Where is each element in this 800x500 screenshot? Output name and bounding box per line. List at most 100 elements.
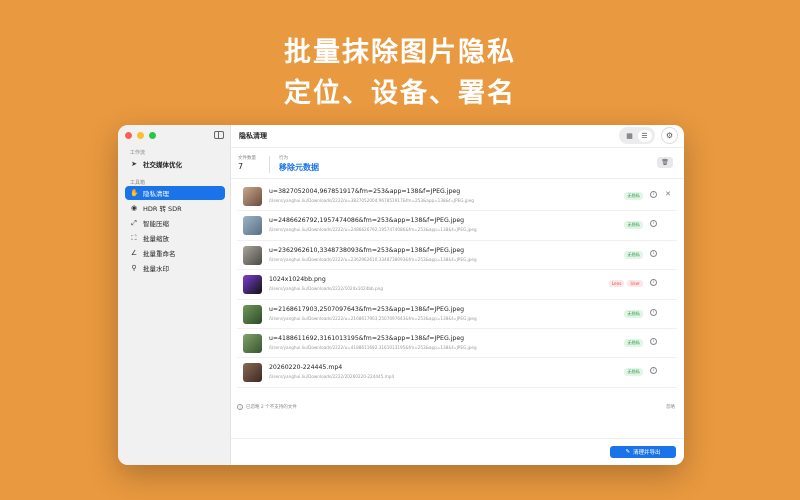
file-path: /Users/yanghui.liu/Downloads/2222/u=2362… bbox=[269, 256, 477, 262]
file-count-value: 7 bbox=[238, 162, 244, 171]
file-path: /Users/yanghui.liu/Downloads/2222/u=2168… bbox=[269, 315, 477, 321]
sidebar-item-batch-watermark[interactable]: ⚲ 批量水印 bbox=[125, 261, 225, 275]
sidebar: 工作流 ➤ 社交媒体优化 工具箱 ✋ 隐私清理 ◉ HDR 转 SDR ⤢ 智能… bbox=[118, 125, 231, 465]
file-path: /Users/yanghui.liu/Downloads/2222/202602… bbox=[269, 374, 395, 380]
badge-group: 无隐私 bbox=[624, 368, 643, 377]
trash-icon[interactable]: 🗑 bbox=[657, 157, 673, 168]
file-name: u=3827052004,967851917&fm=253&app=138&f=… bbox=[269, 188, 461, 195]
status-badge: 无隐私 bbox=[624, 250, 643, 259]
file-thumbnail bbox=[243, 304, 262, 324]
badge-group: 无隐私 bbox=[624, 192, 643, 200]
window-controls bbox=[125, 132, 156, 139]
page-title: 隐私清理 bbox=[239, 132, 267, 140]
file-path: /Users/yanghui.liu/Downloads/2222/u=2486… bbox=[269, 227, 477, 233]
file-count-label: 文件数量 bbox=[238, 156, 256, 161]
footer-note: i 已忽略 2 个不支持的文件 bbox=[237, 404, 297, 410]
file-path: /Users/yanghui.liu/Downloads/2222/u=3827… bbox=[269, 198, 474, 203]
info-icon[interactable]: i bbox=[650, 337, 657, 345]
view-mode-toggle[interactable]: ▦ ☰ bbox=[619, 127, 655, 144]
info-icon[interactable]: i bbox=[650, 367, 657, 375]
badge-group: 无隐私 bbox=[624, 338, 643, 347]
file-row[interactable]: u=2362962610,3348738093&fm=253&app=138&f… bbox=[237, 241, 677, 271]
info-icon[interactable]: i bbox=[650, 279, 657, 287]
sidebar-item-label: 批量缩放 bbox=[143, 235, 169, 243]
file-row[interactable]: u=3827052004,967851917&fm=253&app=138&f=… bbox=[237, 182, 677, 212]
close-window-button[interactable] bbox=[125, 132, 132, 139]
close-icon[interactable]: ✕ bbox=[665, 190, 671, 198]
workflow-section-title: 工作流 bbox=[130, 150, 146, 156]
action-stat: 行为 移除元数据 bbox=[279, 155, 319, 173]
sidebar-item-smart-compress[interactable]: ⤢ 智能压缩 bbox=[125, 216, 225, 230]
zoom-window-button[interactable] bbox=[149, 132, 156, 139]
ignored-files-note: 已忽略 2 个不支持的文件 bbox=[246, 405, 297, 410]
sidebar-item-label: 批量重命名 bbox=[143, 250, 176, 258]
file-row[interactable]: 20260220-224445.mp4/Users/yanghui.liu/Do… bbox=[237, 358, 677, 388]
sidebar-item-social-optimize[interactable]: ➤ 社交媒体优化 bbox=[125, 157, 225, 171]
badge-group: 无隐私 bbox=[624, 221, 643, 230]
sidebar-toggle-icon[interactable] bbox=[214, 131, 224, 139]
action-label: 行为 bbox=[279, 156, 288, 161]
file-name: u=4188611692,3161013195&fm=253&app=138&f… bbox=[269, 334, 465, 342]
file-thumbnail bbox=[243, 333, 262, 353]
file-row[interactable]: 1024x1024bb.png/Users/yanghui.liu/Downlo… bbox=[237, 270, 677, 300]
privacy-icon: ✋ bbox=[130, 189, 139, 197]
gear-icon[interactable]: ⚙ bbox=[661, 127, 678, 144]
resize-icon: ⛶ bbox=[131, 233, 137, 242]
list-view-icon[interactable]: ☰ bbox=[637, 129, 652, 142]
file-path: /Users/yanghui.liu/Downloads/2222/1024x1… bbox=[269, 286, 383, 292]
send-icon: ➤ bbox=[131, 160, 137, 168]
file-thumbnail bbox=[243, 245, 262, 265]
headline-line-2: 定位、设备、署名 bbox=[284, 78, 516, 109]
file-name: u=2486626792,1957474086&fm=253&app=138&f… bbox=[269, 217, 465, 225]
watermark-icon: ⚲ bbox=[131, 264, 137, 272]
file-row[interactable]: u=4188611692,3161013195&fm=253&app=138&f… bbox=[237, 329, 677, 359]
bottom-divider bbox=[231, 438, 684, 439]
info-icon[interactable]: i bbox=[650, 308, 657, 316]
sidebar-item-label: HDR 转 SDR bbox=[143, 205, 182, 213]
main-panel: 隐私清理 ▦ ☰ ⚙ 文件数量 7 行为 移除元数据 🗑 u=382705200… bbox=[231, 125, 684, 465]
status-badge: 无隐私 bbox=[624, 221, 643, 230]
sidebar-item-label: 智能压缩 bbox=[143, 220, 169, 228]
info-icon: i bbox=[237, 404, 243, 410]
info-icon[interactable]: i bbox=[650, 191, 657, 198]
badge-group: 无隐私 bbox=[624, 250, 643, 259]
clean-export-button[interactable]: ✎ 清理并导出 bbox=[610, 446, 676, 458]
rename-icon: ∠ bbox=[130, 249, 138, 257]
file-name: u=2362962610,3348738093&fm=253&app=138&f… bbox=[269, 246, 465, 254]
file-row[interactable]: u=2168617903,2507097643&fm=253&app=138&f… bbox=[237, 300, 677, 329]
file-thumbnail bbox=[243, 275, 262, 295]
headline-line-1: 批量抹除图片隐私 bbox=[284, 37, 516, 68]
wand-icon: ✎ bbox=[625, 449, 631, 455]
action-value[interactable]: 移除元数据 bbox=[279, 162, 319, 173]
file-thumbnail bbox=[243, 187, 262, 206]
toolbar: 隐私清理 bbox=[231, 125, 684, 147]
grid-view-icon[interactable]: ▦ bbox=[623, 130, 637, 142]
stats-bar: 文件数量 7 行为 移除元数据 🗑 bbox=[231, 147, 684, 179]
sidebar-item-batch-rename[interactable]: ∠ 批量重命名 bbox=[125, 246, 225, 260]
sidebar-item-label: 隐私清理 bbox=[143, 190, 169, 198]
hdr-icon: ◉ bbox=[130, 204, 138, 212]
file-thumbnail bbox=[243, 363, 262, 383]
tools-section-title: 工具箱 bbox=[130, 180, 146, 186]
sidebar-item-batch-resize[interactable]: ⛶ 批量缩放 bbox=[125, 231, 225, 245]
export-button-label: 清理并导出 bbox=[633, 450, 661, 456]
status-badge: 无隐私 bbox=[624, 192, 643, 200]
info-icon[interactable]: i bbox=[650, 220, 657, 228]
status-badge: 无隐私 bbox=[624, 309, 643, 318]
minimize-window-button[interactable] bbox=[137, 132, 144, 139]
sidebar-item-label: 批量水印 bbox=[143, 265, 169, 273]
badge-group: Lens User bbox=[608, 280, 643, 288]
file-name: u=2168617903,2507097643&fm=253&app=138&f… bbox=[269, 305, 465, 313]
file-path: /Users/yanghui.liu/Downloads/2222/u=4188… bbox=[269, 344, 477, 350]
file-name: 1024x1024bb.png bbox=[269, 276, 326, 284]
status-badge: Lens bbox=[608, 280, 625, 288]
file-list: u=3827052004,967851917&fm=253&app=138&f=… bbox=[237, 182, 677, 388]
file-row[interactable]: u=2486626792,1957474086&fm=253&app=138&f… bbox=[237, 211, 677, 241]
sidebar-item-privacy-clean[interactable]: ✋ 隐私清理 bbox=[125, 186, 225, 200]
app-window: 工作流 ➤ 社交媒体优化 工具箱 ✋ 隐私清理 ◉ HDR 转 SDR ⤢ 智能… bbox=[118, 125, 684, 465]
sidebar-item-hdr-sdr[interactable]: ◉ HDR 转 SDR bbox=[125, 201, 225, 215]
info-icon[interactable]: i bbox=[650, 249, 657, 257]
status-badge: User bbox=[627, 280, 643, 288]
ignore-link[interactable]: 忽略 bbox=[666, 404, 675, 410]
stat-divider bbox=[269, 156, 270, 173]
